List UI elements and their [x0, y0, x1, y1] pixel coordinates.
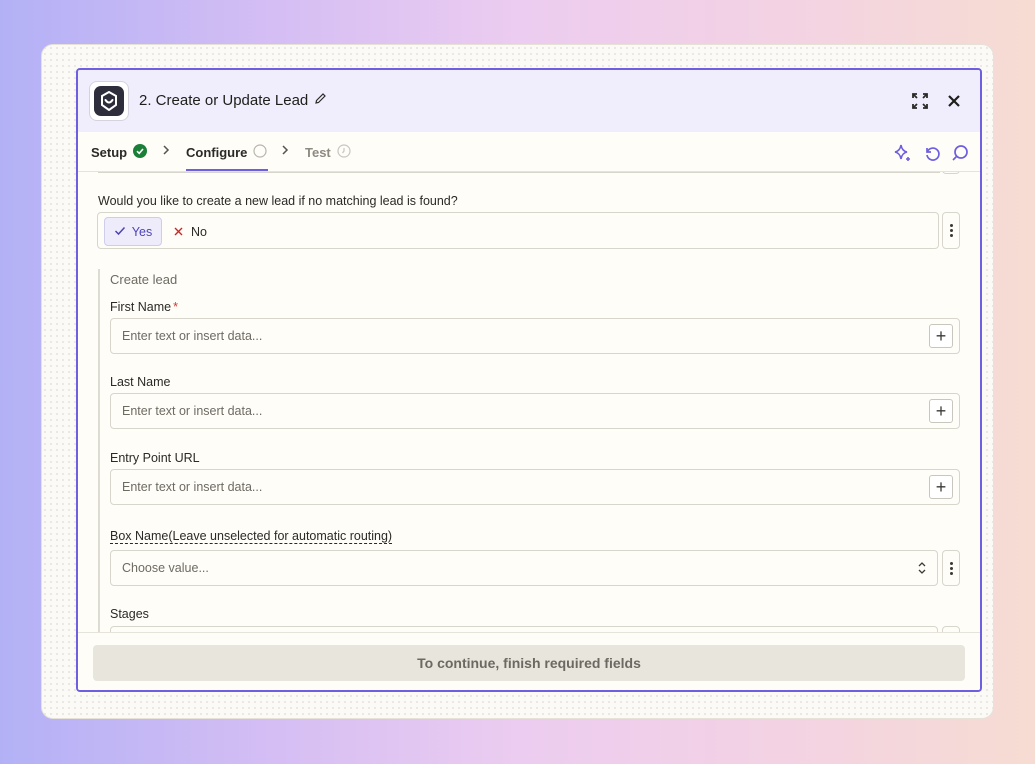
panel-header: 2. Create or Update Lead [78, 70, 980, 132]
configure-form[interactable]: Would you like to create a new lead if n… [78, 172, 980, 632]
tab-configure[interactable]: Configure [186, 144, 267, 161]
tab-configure-label: Configure [186, 145, 248, 160]
insert-data-plus-icon[interactable]: + [929, 475, 953, 499]
box-name-select[interactable]: Choose value... [110, 550, 938, 586]
check-icon [114, 225, 126, 239]
box-name-label-text: Box Name(Leave unselected for automatic … [110, 529, 393, 544]
group-label: Create lead [110, 272, 178, 287]
entry-point-url-placeholder: Enter text or insert data... [122, 480, 263, 494]
continue-button[interactable]: To continue, finish required fields [93, 645, 965, 681]
chevron-right-icon [162, 144, 170, 159]
entry-point-url-field[interactable]: Enter text or insert data... + [110, 469, 960, 505]
entry-point-url-label: Entry Point URL [110, 451, 200, 465]
step-title-wrap[interactable]: 2. Create or Update Lead [139, 92, 327, 109]
insert-data-plus-icon[interactable]: + [929, 324, 953, 348]
empty-circle-icon [253, 144, 267, 161]
close-icon[interactable] [943, 90, 965, 112]
first-name-field[interactable]: Enter text or insert data... + [110, 318, 960, 354]
required-asterisk: * [173, 300, 178, 314]
step-tabs: Setup Configure Test [78, 132, 980, 172]
last-name-placeholder: Enter text or insert data... [122, 404, 263, 418]
insert-data-plus-icon[interactable]: + [929, 399, 953, 423]
create-lead-toggle: Yes No [97, 212, 939, 249]
sparkle-icon[interactable] [892, 142, 914, 164]
pencil-icon[interactable] [314, 92, 327, 109]
first-name-placeholder: Enter text or insert data... [122, 329, 263, 343]
no-option-button[interactable]: No [174, 217, 207, 246]
last-name-field[interactable]: Enter text or insert data... + [110, 393, 960, 429]
yes-option-label: Yes [131, 224, 153, 239]
stages-label: Stages [110, 607, 149, 621]
box-name-label: Box Name(Leave unselected for automatic … [110, 529, 393, 544]
expand-icon[interactable] [909, 90, 931, 112]
panel-footer: To continue, finish required fields [78, 632, 980, 690]
first-name-label: First Name * [110, 300, 178, 314]
x-icon [174, 225, 183, 239]
first-name-label-text: First Name [110, 300, 172, 314]
undo-icon[interactable] [921, 142, 943, 164]
create-lead-question: Would you like to create a new lead if n… [98, 194, 458, 208]
previous-field-kebab-edge [942, 172, 960, 174]
active-tab-indicator [186, 169, 268, 171]
select-updown-icon [917, 561, 927, 580]
step-editor-panel: 2. Create or Update Lead Setup Configure… [76, 68, 982, 692]
chevron-right-icon [281, 144, 289, 159]
tab-test[interactable]: Test [305, 144, 351, 161]
search-icon[interactable] [949, 142, 971, 164]
box-name-placeholder: Choose value... [122, 561, 209, 575]
tab-setup[interactable]: Setup [91, 144, 148, 161]
last-name-label: Last Name [110, 375, 171, 389]
group-divider-line [98, 269, 100, 632]
no-option-label: No [191, 224, 207, 239]
previous-field-edge [98, 172, 940, 173]
box-name-more-menu-icon[interactable] [942, 550, 960, 586]
yes-option-button[interactable]: Yes [104, 217, 162, 246]
tab-setup-label: Setup [91, 145, 128, 160]
check-circle-icon [133, 144, 148, 161]
question-more-menu-icon[interactable] [942, 212, 960, 249]
clock-circle-icon [337, 144, 351, 161]
tab-test-label: Test [305, 145, 331, 160]
app-logo-icon [89, 81, 129, 121]
step-title[interactable]: 2. Create or Update Lead [139, 92, 308, 109]
